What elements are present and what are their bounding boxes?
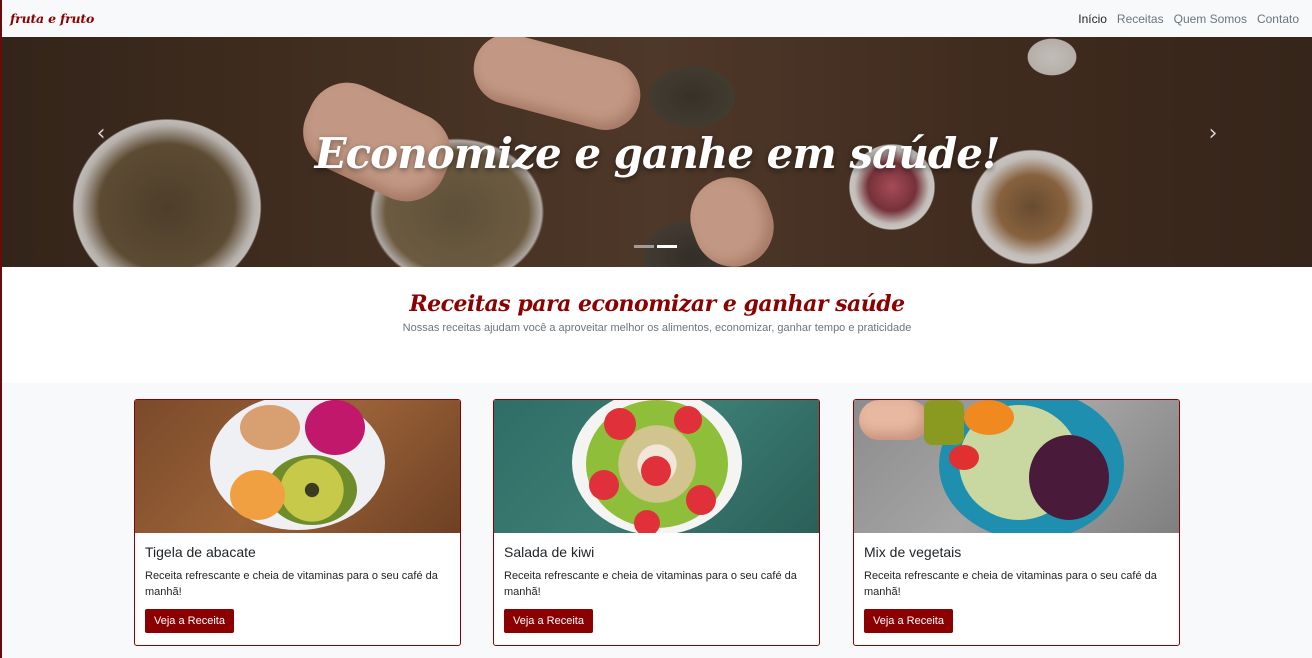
navbar: fruta e fruto Início Receitas Quem Somos… <box>2 0 1312 37</box>
recipe-image-avocado-bowl <box>135 400 460 533</box>
intro-section: Receitas para economizar e ganhar saúde … <box>2 267 1312 383</box>
carousel-indicator-2[interactable] <box>657 245 677 248</box>
nav-item-contato[interactable]: Contato <box>1257 12 1299 26</box>
recipe-image-vegetable-mix <box>854 400 1179 533</box>
recipe-image-kiwi-salad <box>494 400 819 533</box>
intro-heading: Receitas para economizar e ganhar saúde <box>409 291 905 317</box>
food-coconut <box>240 405 300 450</box>
food-strawberry <box>589 470 619 500</box>
recipe-card-mix: Mix de vegetais Receita refrescante e ch… <box>853 399 1180 646</box>
food-carrot <box>964 400 1014 435</box>
card-body: Salada de kiwi Receita refrescante e che… <box>494 533 819 633</box>
food-hand <box>859 400 929 440</box>
card-text: Receita refrescante e cheia de vitaminas… <box>504 570 797 598</box>
food-strawberry <box>634 510 660 533</box>
card-body: Tigela de abacate Receita refrescante e … <box>135 533 460 633</box>
intro-subtitle: Nossas receitas ajudam você a aproveitar… <box>402 322 912 334</box>
nav-menu: Início Receitas Quem Somos Contato <box>1068 12 1299 26</box>
hero-carousel: ‹ › Economize e ganhe em saúde! <box>2 37 1312 267</box>
nav-item-receitas[interactable]: Receitas <box>1117 12 1164 26</box>
card-title: Salada de kiwi <box>504 544 595 560</box>
hero-title: Economize e ganhe em saúde! <box>314 129 1001 178</box>
recipe-cards: Tigela de abacate Receita refrescante e … <box>2 383 1312 658</box>
food-oil-bottle <box>924 400 964 445</box>
food-strawberry <box>674 406 702 434</box>
food-tomato <box>949 445 979 470</box>
view-recipe-button[interactable]: Veja a Receita <box>864 609 953 633</box>
food-red-cabbage <box>1029 435 1109 520</box>
card-title: Mix de vegetais <box>864 544 962 560</box>
food-mango <box>230 470 285 520</box>
food-strawberry <box>641 456 671 486</box>
card-text: Receita refrescante e cheia de vitaminas… <box>864 570 1157 598</box>
food-strawberry <box>686 485 716 515</box>
brand-logo[interactable]: fruta e fruto <box>10 11 94 26</box>
view-recipe-button[interactable]: Veja a Receita <box>504 609 593 633</box>
recipe-card-kiwi: Salada de kiwi Receita refrescante e che… <box>493 399 820 646</box>
view-recipe-button[interactable]: Veja a Receita <box>145 609 234 633</box>
recipe-card-tigela: Tigela de abacate Receita refrescante e … <box>134 399 461 646</box>
nav-item-inicio[interactable]: Início <box>1078 12 1107 26</box>
carousel-indicators <box>634 245 677 248</box>
card-title: Tigela de abacate <box>145 544 256 560</box>
carousel-indicator-1[interactable] <box>634 245 654 248</box>
food-dragonfruit <box>305 400 365 455</box>
nav-item-quem-somos[interactable]: Quem Somos <box>1174 12 1247 26</box>
food-strawberry <box>604 408 636 440</box>
card-text: Receita refrescante e cheia de vitaminas… <box>145 570 438 598</box>
card-body: Mix de vegetais Receita refrescante e ch… <box>854 533 1179 633</box>
